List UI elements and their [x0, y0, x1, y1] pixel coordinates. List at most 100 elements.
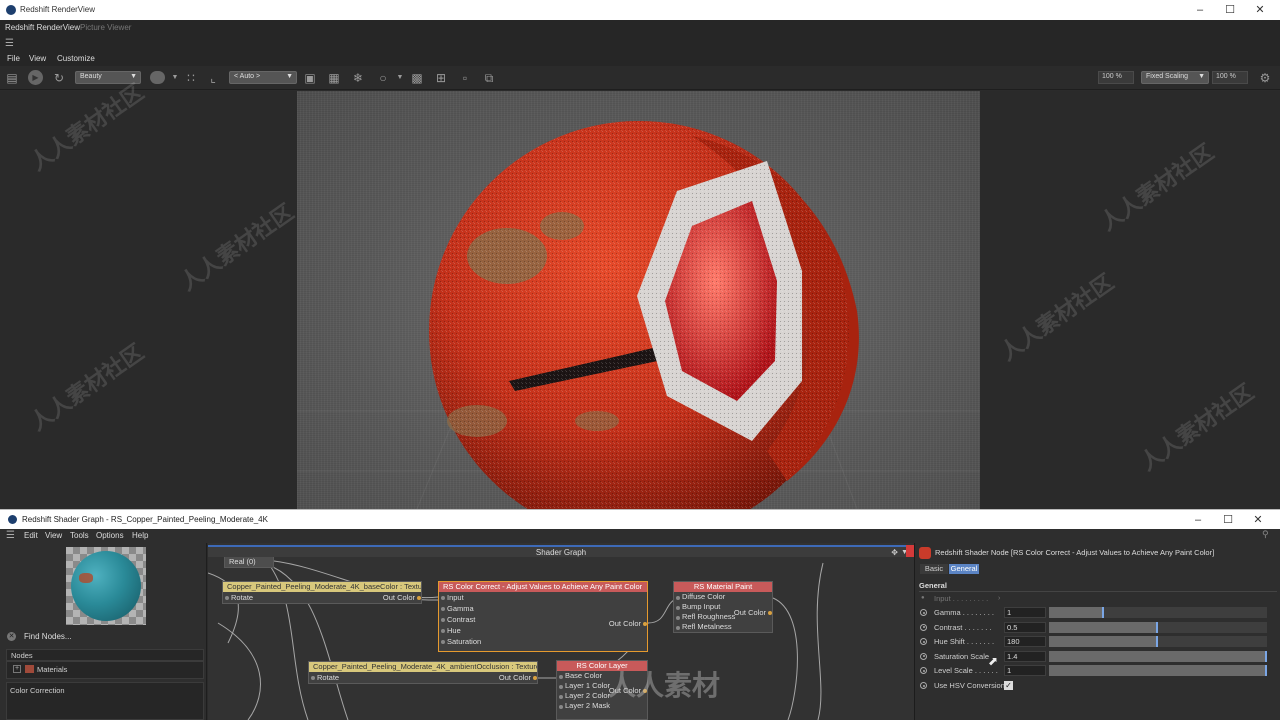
port-saturation[interactable]: Saturation	[439, 636, 647, 647]
copy-icon[interactable]: ⧉	[482, 71, 496, 85]
port-gamma[interactable]: Gamma	[439, 603, 647, 614]
grid-dots-icon[interactable]: ∷	[184, 71, 198, 85]
maximize-icon[interactable]: ☐	[1215, 0, 1245, 20]
menu-file[interactable]: File	[7, 54, 20, 63]
param-value-field[interactable]: 1.4	[1004, 650, 1046, 662]
pv-icon[interactable]: ▫	[458, 71, 472, 85]
menu-options[interactable]: Options	[96, 531, 124, 540]
param-slider-knob[interactable]	[1156, 621, 1158, 633]
node-color-correct[interactable]: RS Color Correct - Adjust Values to Achi…	[438, 581, 648, 652]
port-rotate[interactable]: Rotate Out Color	[309, 672, 538, 683]
rgb-channel-icon[interactable]	[150, 71, 165, 84]
port-out-color[interactable]: Out Color	[734, 607, 773, 618]
param-slider-knob[interactable]	[1156, 636, 1158, 647]
param-value-field[interactable]: 180	[1004, 636, 1046, 647]
channel-dropdown-icon[interactable]: ▼	[168, 71, 182, 85]
param-value-field[interactable]: 1	[1004, 665, 1046, 676]
param-animate-icon[interactable]	[920, 652, 927, 660]
node-real[interactable]: Real (0)	[224, 556, 274, 568]
param-slider[interactable]	[1049, 665, 1267, 676]
tab-general[interactable]: General	[949, 564, 979, 574]
expand-icon[interactable]: +	[13, 665, 21, 673]
menu-customize[interactable]: Customize	[57, 54, 95, 63]
cinema4d-app-icon	[8, 515, 17, 524]
param-slider[interactable]	[1049, 650, 1267, 662]
tab-redshift-renderview[interactable]: Redshift RenderView	[5, 23, 80, 32]
tab-basic[interactable]: Basic	[920, 564, 948, 574]
camera-dropdown[interactable]: < Auto > ▼	[229, 71, 297, 84]
tab-picture-viewer[interactable]: Picture Viewer	[80, 23, 131, 32]
port-refl-metalness[interactable]: Refl Metalness	[674, 622, 772, 632]
port-out-color[interactable]: Out Color	[499, 672, 538, 683]
node-material-paint[interactable]: RS Material Paint Diffuse Color Bump Inp…	[673, 581, 773, 633]
param-animate-icon[interactable]	[920, 667, 927, 674]
param-slider-knob[interactable]	[1265, 650, 1267, 662]
maximize-icon[interactable]: ☐	[1213, 510, 1243, 530]
param-slider-fill	[1049, 621, 1158, 633]
hamburger-icon[interactable]: ☰	[6, 530, 15, 541]
hamburger-icon[interactable]: ☰	[5, 38, 14, 49]
param-slider[interactable]	[1049, 636, 1267, 647]
menu-view[interactable]: View	[29, 54, 46, 63]
category-color-correction[interactable]: Color Correction	[10, 686, 65, 695]
param-slider-knob[interactable]	[1101, 607, 1104, 618]
chevron-down-icon: ▼	[286, 73, 293, 80]
menu-edit[interactable]: Edit	[24, 531, 38, 540]
add-snapshot-icon[interactable]: ⊞	[434, 71, 448, 85]
search-icon[interactable]: ⚲	[1262, 529, 1269, 540]
lock-icon[interactable]: ▣	[303, 71, 317, 85]
clear-search-icon[interactable]: ✕	[7, 632, 16, 641]
port-out-color[interactable]: Out Color	[609, 618, 648, 629]
close-icon[interactable]: ✕	[1245, 0, 1275, 20]
tree-item-materials[interactable]: Materials	[37, 665, 67, 674]
find-nodes-input[interactable]: Find Nodes...	[24, 632, 72, 641]
param-animate-icon[interactable]	[920, 682, 927, 689]
refresh-icon[interactable]: ↻	[52, 71, 66, 85]
param-value-field[interactable]: 1	[1004, 607, 1046, 618]
renderview-hamburger-row: ☰	[0, 36, 1280, 52]
circle-dropdown-icon[interactable]: ▼	[393, 71, 407, 85]
shader-graph-canvas[interactable]: Real (0) Copper_Painted_Peeling_Moderate…	[208, 543, 914, 720]
menu-help[interactable]: Help	[132, 531, 148, 540]
menu-view[interactable]: View	[45, 531, 62, 540]
param-animate-icon[interactable]	[920, 638, 927, 645]
param-slider[interactable]	[1049, 607, 1267, 618]
zoom-field-2[interactable]: 100 %	[1212, 71, 1248, 84]
crop-icon[interactable]: ⌞	[206, 71, 220, 85]
param-slider[interactable]	[1049, 621, 1267, 633]
circle-icon[interactable]: ○	[376, 71, 390, 85]
snowflake-icon[interactable]: ❄	[351, 71, 365, 85]
param-hsv-row: Use HSV Conversion ✓	[918, 679, 1276, 692]
port-input[interactable]: Input	[439, 592, 647, 603]
hsv-checkbox[interactable]: ✓	[1004, 681, 1013, 690]
minimize-icon[interactable]: –	[1185, 0, 1215, 20]
renderview-menubar: File View Customize	[0, 52, 1280, 66]
menu-tools[interactable]: Tools	[70, 531, 89, 540]
param-animate-icon[interactable]	[920, 623, 927, 631]
clapper-icon[interactable]: ▤	[5, 71, 19, 85]
gear-icon[interactable]: ⚙	[1258, 71, 1272, 85]
param-label: Gamma . . . . . . . .	[934, 608, 995, 617]
graph-close-tab[interactable]	[906, 545, 914, 557]
param-value-field[interactable]: 0.5	[1004, 621, 1046, 633]
param-slider-knob[interactable]	[1265, 665, 1267, 676]
param-label: Hue Shift . . . . . . .	[934, 637, 995, 646]
image-icon[interactable]: ▩	[410, 71, 424, 85]
node-texture-basecolor[interactable]: Copper_Painted_Peeling_Moderate_4K_baseC…	[222, 581, 422, 604]
param-animate-icon[interactable]	[920, 609, 927, 616]
play-render-icon[interactable]: ▶	[28, 70, 43, 85]
port-rotate[interactable]: Rotate Out Color	[223, 592, 422, 603]
port-out-color[interactable]: Out Color	[383, 592, 422, 603]
close-icon[interactable]: ✕	[1243, 510, 1273, 530]
aov-dropdown[interactable]: Beauty ▼	[75, 71, 141, 84]
zoom-field-1[interactable]: 100 %	[1098, 71, 1134, 84]
node-texture-ao-title: Copper_Painted_Peeling_Moderate_4K_ambie…	[309, 662, 537, 672]
chevron-right-icon[interactable]: ›	[998, 592, 1000, 605]
node-texture-ao[interactable]: Copper_Painted_Peeling_Moderate_4K_ambie…	[308, 661, 538, 684]
bucket-grid-icon[interactable]: ▦	[327, 71, 341, 85]
scaling-dropdown[interactable]: Fixed Scaling ▼	[1141, 71, 1209, 84]
find-nodes-row: ✕ Find Nodes...	[4, 632, 204, 644]
minimize-icon[interactable]: –	[1183, 510, 1213, 530]
move-icon[interactable]: ✥	[891, 547, 898, 558]
port-diffuse-color[interactable]: Diffuse Color	[674, 592, 772, 602]
